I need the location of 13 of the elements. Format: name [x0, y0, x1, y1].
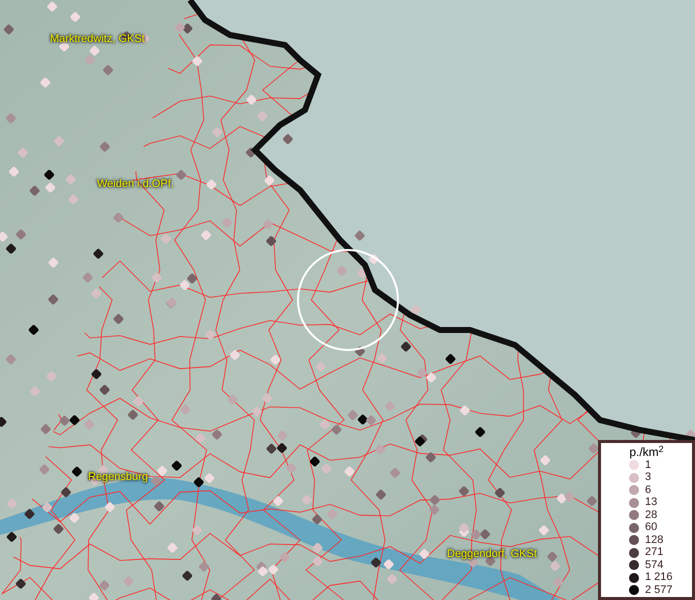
legend-label: 1 [645, 460, 652, 471]
legend-label: 6 [645, 484, 652, 496]
legend-label: 128 [645, 534, 664, 546]
legend-label: 60 [645, 522, 658, 534]
place-label: Marktredwitz, GKSt [50, 34, 145, 45]
legend-label: 2 577 [645, 584, 673, 596]
legend-label: 1 216 [645, 572, 673, 584]
legend-label: 574 [645, 560, 664, 571]
legend-label: 271 [645, 547, 664, 558]
legend-label: 28 [645, 510, 658, 521]
legend-title: p./km$^{2}$ [629, 445, 664, 459]
legend-label: 3 [645, 472, 652, 484]
legend-label: 13 [645, 497, 658, 508]
